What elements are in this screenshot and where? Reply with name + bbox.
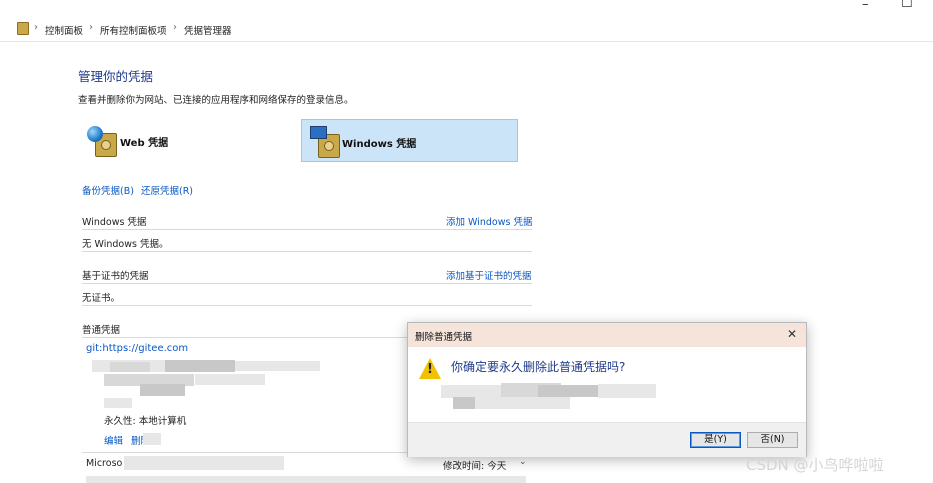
restore-credentials-link[interactable]: 还原凭据(R) (141, 183, 193, 197)
edit-credential-link[interactable]: 编辑 (104, 433, 123, 447)
dialog-titlebar: 删除普通凭据 ✕ (408, 323, 806, 347)
folder-icon (17, 22, 29, 35)
minimize-button[interactable]: – (862, 0, 869, 12)
credential-modified-time: 修改时间: 今天 (443, 461, 507, 472)
generic-credential-microsoft[interactable]: Microso (86, 458, 122, 469)
redacted-block (143, 433, 161, 445)
divider (82, 283, 532, 284)
windows-credentials-label: Windows 凭据 (342, 139, 417, 150)
no-button[interactable]: 否(N) (747, 432, 798, 448)
windows-credentials-header: Windows 凭据 (82, 217, 147, 228)
breadcrumb-credential-manager[interactable]: 凭据管理器 (184, 23, 232, 37)
page-title: 管理你的凭据 (78, 69, 154, 84)
redacted-block (86, 476, 526, 483)
address-bar[interactable]: › 控制面板 › 所有控制面板项 › 凭据管理器 (0, 17, 933, 42)
breadcrumb-control-panel[interactable]: 控制面板 (45, 23, 83, 37)
divider (82, 251, 532, 252)
watermark: CSDN @小鸟哗啦啦 (746, 456, 884, 474)
divider (82, 229, 532, 230)
redacted-block (124, 456, 284, 470)
yes-button[interactable]: 是(Y) (690, 432, 741, 448)
web-credentials-tile[interactable]: Web 凭据 (82, 119, 262, 162)
generic-credential-gitee[interactable]: git:https://gitee.com (86, 343, 188, 354)
breadcrumb-separator: › (89, 22, 93, 33)
globe-icon (87, 126, 103, 142)
credential-persistence: 永久性: 本地计算机 (104, 416, 187, 427)
cert-credentials-empty: 无证书。 (82, 293, 121, 304)
windows-credentials-empty: 无 Windows 凭据。 (82, 239, 169, 250)
generic-credentials-header: 普通凭据 (82, 325, 121, 336)
web-credentials-label: Web 凭据 (120, 138, 169, 149)
dialog-title: 删除普通凭据 (415, 332, 473, 343)
dialog-footer: 是(Y) 否(N) (408, 422, 806, 457)
warning-icon-mark: ! (427, 362, 433, 377)
add-cert-credential-link[interactable]: 添加基于证书的凭据 (446, 268, 532, 282)
close-icon[interactable]: ✕ (787, 327, 797, 341)
cert-credentials-header: 基于证书的凭据 (82, 271, 149, 282)
backup-credentials-link[interactable]: 备份凭据(B) (82, 183, 134, 197)
window-titlebar: – ☐ (0, 0, 933, 16)
delete-confirm-dialog: 删除普通凭据 ✕ ! 你确定要永久删除此普通凭据吗? 是(Y) 否(N) (407, 322, 807, 457)
chevron-down-icon[interactable]: ⌄ (519, 457, 527, 467)
breadcrumb-separator: › (173, 22, 177, 33)
maximize-button[interactable]: ☐ (901, 0, 913, 11)
windows-credentials-tile[interactable]: Windows 凭据 (301, 119, 518, 162)
page-description: 查看并删除你为网站、已连接的应用程序和网络保存的登录信息。 (78, 95, 354, 106)
divider (82, 305, 532, 306)
monitor-icon (310, 126, 327, 139)
add-windows-credential-link[interactable]: 添加 Windows 凭据 (446, 214, 532, 228)
breadcrumb-all-items[interactable]: 所有控制面板项 (100, 23, 167, 37)
dialog-question: 你确定要永久删除此普通凭据吗? (451, 360, 626, 374)
breadcrumb-separator: › (34, 22, 38, 33)
